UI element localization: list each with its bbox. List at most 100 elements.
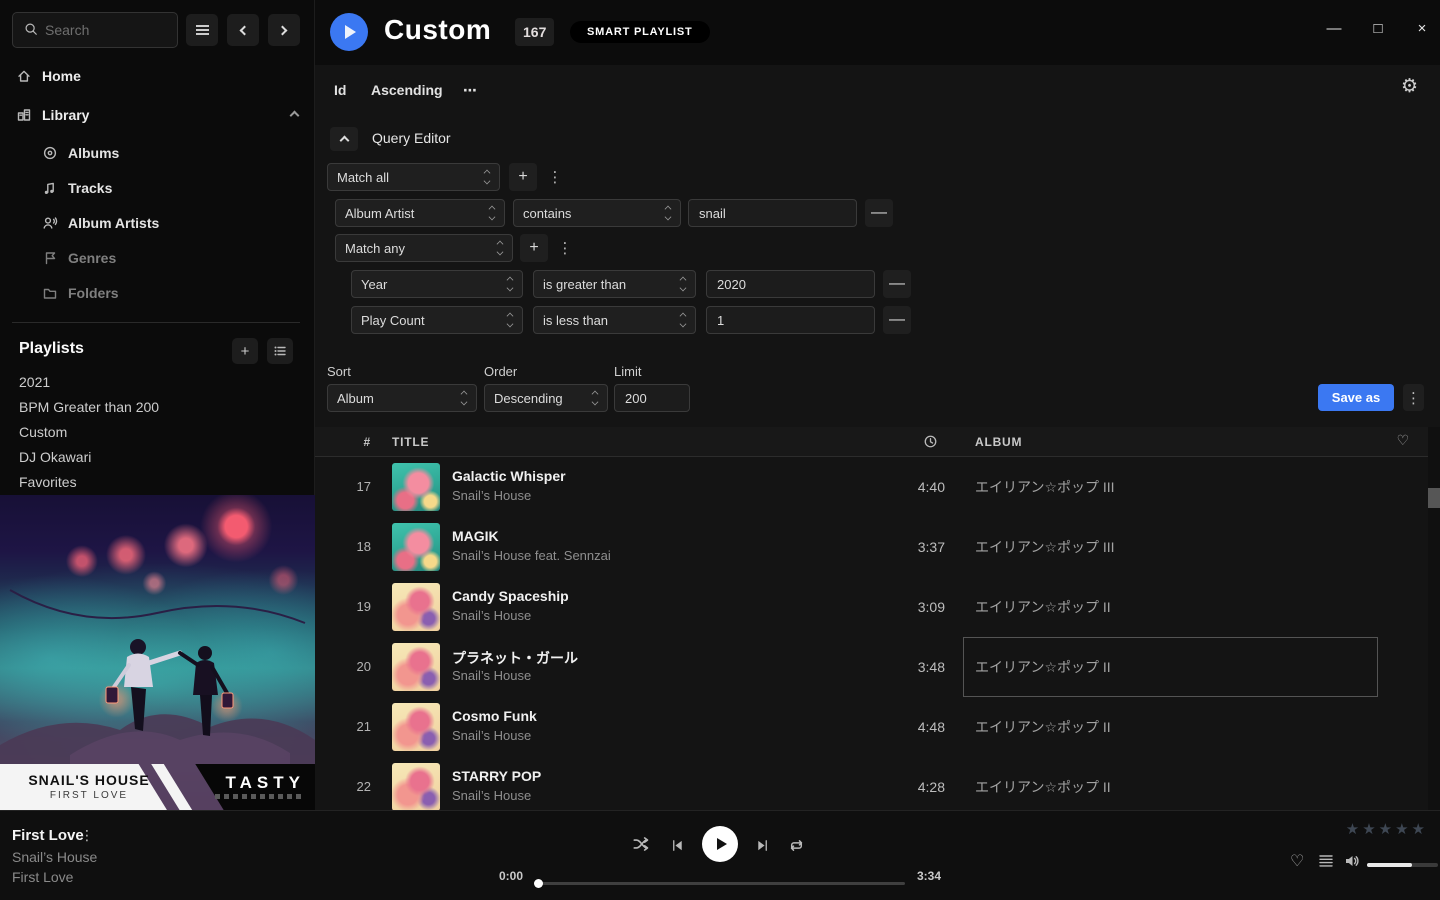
track-title[interactable]: Galactic Whisper bbox=[452, 468, 566, 484]
sidebar-item-albums[interactable]: Albums bbox=[42, 142, 119, 164]
nav-back-button[interactable] bbox=[227, 14, 259, 46]
rule2-operator-select[interactable]: is greater than bbox=[533, 270, 696, 298]
track-artist[interactable]: Snail’s House bbox=[452, 488, 531, 503]
favorite-heart-icon[interactable]: ♡ bbox=[1290, 851, 1304, 870]
save-as-button[interactable]: Save as bbox=[1318, 384, 1394, 411]
sidebar-item-genres[interactable]: Genres bbox=[42, 247, 116, 269]
sort-select[interactable]: Album bbox=[327, 384, 477, 412]
remove-rule1-button[interactable]: — bbox=[865, 199, 893, 227]
track-title[interactable]: MAGIK bbox=[452, 528, 499, 544]
track-album[interactable]: エイリアン☆ポップ III bbox=[975, 457, 1115, 517]
playlist-item[interactable]: 2021 bbox=[19, 372, 159, 397]
sidebar-item-library[interactable]: Library bbox=[16, 103, 304, 127]
rule2-value-input[interactable] bbox=[706, 270, 875, 298]
table-row[interactable]: 22 STARRY POP Snail’s House 4:28 エイリアン☆ポ… bbox=[315, 757, 1428, 817]
volume-slider[interactable] bbox=[1367, 863, 1438, 867]
group1-menu-button[interactable]: ⋮ bbox=[545, 163, 565, 191]
playlist-item[interactable]: Favorites bbox=[19, 472, 159, 497]
now-playing-menu-button[interactable]: ⋮ bbox=[80, 827, 94, 844]
rule3-value-input[interactable] bbox=[706, 306, 875, 334]
track-artist[interactable]: Snail’s House bbox=[452, 608, 531, 623]
rule1-field-select[interactable]: Album Artist bbox=[335, 199, 505, 227]
group1-match-select[interactable]: Match all bbox=[327, 163, 500, 191]
order-select[interactable]: Descending bbox=[484, 384, 608, 412]
group2-menu-button[interactable]: ⋮ bbox=[555, 234, 575, 262]
track-title[interactable]: プラネット・ガール bbox=[452, 648, 578, 668]
track-album[interactable]: エイリアン☆ポップ II bbox=[975, 577, 1111, 637]
more-options-button[interactable]: ⋯ bbox=[463, 82, 477, 99]
now-playing-album[interactable]: First Love bbox=[12, 869, 73, 885]
rule3-field-select[interactable]: Play Count bbox=[351, 306, 523, 334]
group2-match-select[interactable]: Match any bbox=[335, 234, 513, 262]
playlist-item[interactable]: BPM Greater than 200 bbox=[19, 397, 159, 422]
save-menu-button[interactable]: ⋮ bbox=[1403, 384, 1424, 411]
sidebar-menu-button[interactable] bbox=[186, 14, 218, 46]
playlist-item[interactable]: Custom bbox=[19, 422, 159, 447]
seek-slider[interactable] bbox=[535, 882, 905, 885]
track-album[interactable]: エイリアン☆ポップ II bbox=[975, 697, 1111, 757]
collapse-chevron-icon[interactable] bbox=[290, 110, 300, 120]
star-icon[interactable]: ★ bbox=[1362, 820, 1375, 838]
favorite-column-heart-icon[interactable]: ♡ bbox=[1397, 433, 1410, 449]
play-playlist-button[interactable] bbox=[330, 13, 368, 51]
table-row[interactable]: 21 Cosmo Funk Snail’s House 4:48 エイリアン☆ポ… bbox=[315, 697, 1428, 757]
query-editor-collapse-button[interactable] bbox=[330, 127, 358, 151]
volume-icon[interactable] bbox=[1344, 853, 1360, 874]
sidebar-item-home[interactable]: Home bbox=[16, 64, 304, 88]
scrollbar-thumb[interactable] bbox=[1428, 488, 1440, 508]
sort-field-button[interactable]: Id bbox=[334, 82, 346, 98]
sidebar-item-tracks[interactable]: Tracks bbox=[42, 177, 112, 199]
sort-order-button[interactable]: Ascending bbox=[371, 82, 443, 98]
track-artist[interactable]: Snail’s House bbox=[452, 668, 531, 683]
play-pause-button[interactable] bbox=[702, 826, 738, 862]
duration-clock-icon[interactable] bbox=[923, 434, 938, 452]
table-row[interactable]: 20 プラネット・ガール Snail’s House 3:48 エイリアン☆ポッ… bbox=[315, 637, 1428, 697]
limit-input[interactable] bbox=[614, 384, 690, 412]
table-row[interactable]: 18 MAGIK Snail’s House feat. Sennzai 3:3… bbox=[315, 517, 1428, 577]
star-icon[interactable]: ★ bbox=[1412, 820, 1425, 838]
remove-rule3-button[interactable]: — bbox=[883, 306, 911, 334]
table-row[interactable]: 17 Galactic Whisper Snail’s House 4:40 エ… bbox=[315, 457, 1428, 517]
track-artist[interactable]: Snail’s House bbox=[452, 788, 531, 803]
rule3-operator-select[interactable]: is less than bbox=[533, 306, 696, 334]
star-icon[interactable]: ★ bbox=[1395, 820, 1408, 838]
now-playing-art[interactable]: SNAIL'S HOUSE FIRST LOVE TASTY bbox=[0, 495, 315, 810]
add-rule-button-group2[interactable]: + bbox=[520, 234, 548, 262]
track-artist[interactable]: Snail’s House bbox=[452, 728, 531, 743]
queue-icon[interactable] bbox=[1318, 853, 1334, 874]
table-scrollbar[interactable] bbox=[1428, 427, 1440, 875]
playlist-item[interactable]: DJ Okawari bbox=[19, 447, 159, 472]
add-rule-button-group1[interactable]: + bbox=[509, 163, 537, 191]
star-icon[interactable]: ★ bbox=[1346, 820, 1359, 838]
next-button[interactable] bbox=[755, 838, 770, 858]
track-title[interactable]: STARRY POP bbox=[452, 768, 541, 784]
now-playing-artist[interactable]: Snail’s House bbox=[12, 849, 97, 865]
gear-icon[interactable]: ⚙ bbox=[1401, 75, 1418, 97]
table-row[interactable]: 19 Candy Spaceship Snail’s House 3:09 エイ… bbox=[315, 577, 1428, 637]
repeat-button[interactable] bbox=[788, 837, 805, 859]
add-playlist-button[interactable]: + bbox=[232, 338, 258, 364]
playlist-list-button[interactable] bbox=[267, 338, 293, 364]
rule1-value-input[interactable] bbox=[688, 199, 857, 227]
column-index[interactable]: # bbox=[345, 435, 371, 449]
track-artist[interactable]: Snail’s House feat. Sennzai bbox=[452, 548, 611, 563]
track-album[interactable]: エイリアン☆ポップ II bbox=[975, 637, 1111, 697]
minimize-button[interactable]: — bbox=[1324, 20, 1344, 37]
rule1-operator-select[interactable]: contains bbox=[513, 199, 681, 227]
rule2-field-select[interactable]: Year bbox=[351, 270, 523, 298]
star-icon[interactable]: ★ bbox=[1379, 820, 1392, 838]
now-playing-title[interactable]: First Love bbox=[12, 827, 84, 844]
maximize-button[interactable]: □ bbox=[1368, 20, 1388, 37]
column-title[interactable]: TITLE bbox=[392, 435, 429, 449]
sidebar-item-folders[interactable]: Folders bbox=[42, 282, 119, 304]
shuffle-button[interactable] bbox=[632, 835, 650, 858]
remove-rule2-button[interactable]: — bbox=[883, 270, 911, 298]
track-album[interactable]: エイリアン☆ポップ III bbox=[975, 517, 1115, 577]
nav-forward-button[interactable] bbox=[268, 14, 300, 46]
track-title[interactable]: Cosmo Funk bbox=[452, 708, 537, 724]
previous-button[interactable] bbox=[670, 838, 685, 858]
sidebar-item-album-artists[interactable]: Album Artists bbox=[42, 212, 159, 234]
close-button[interactable]: × bbox=[1412, 20, 1432, 37]
track-album[interactable]: エイリアン☆ポップ II bbox=[975, 757, 1111, 817]
seek-handle[interactable] bbox=[534, 879, 543, 888]
